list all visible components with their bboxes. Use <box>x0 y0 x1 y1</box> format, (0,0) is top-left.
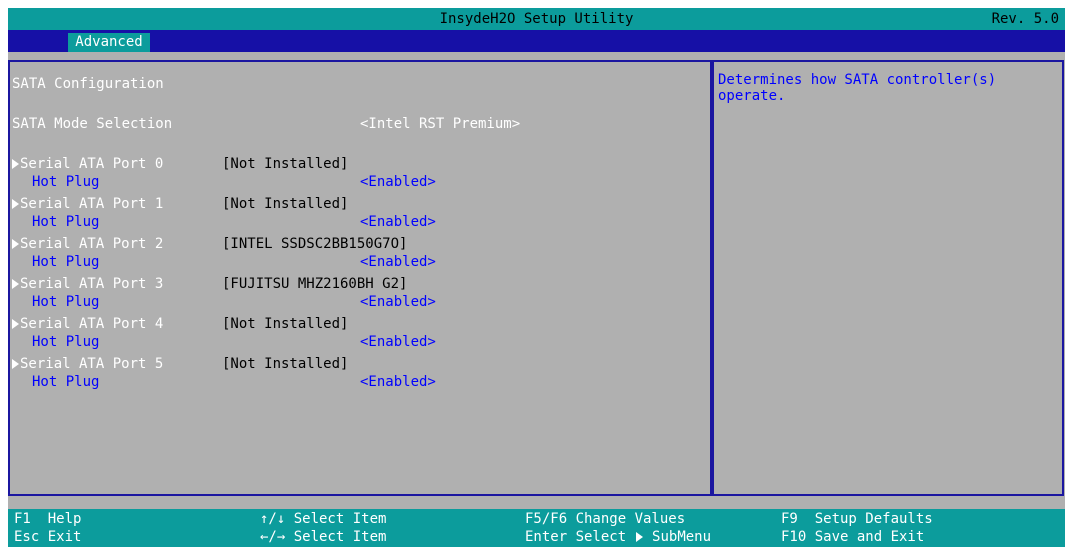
sata-port-device: [INTEL SSDSC2BB150G7O] <box>222 236 408 252</box>
settings-pane: SATA Configuration SATA Mode Selection <… <box>8 60 712 496</box>
hot-plug-value[interactable]: <Enabled> <box>360 254 436 270</box>
tab-bar: Advanced <box>8 30 1065 52</box>
hot-plug-value[interactable]: <Enabled> <box>360 294 436 310</box>
esc-exit: Esc Exit <box>14 529 82 545</box>
main-area: SATA Configuration SATA Mode Selection <… <box>8 52 1065 509</box>
section-title: SATA Configuration <box>12 76 164 92</box>
hot-plug-value[interactable]: <Enabled> <box>360 174 436 190</box>
sata-port-label: Serial ATA Port 5 <box>20 356 164 372</box>
sata-port-1[interactable]: Serial ATA Port 1 <box>12 196 163 212</box>
submenu-arrow-icon <box>12 319 19 329</box>
hot-plug-label[interactable]: Hot Plug <box>32 294 99 310</box>
f1-help: F1 Help <box>14 511 82 527</box>
sata-port-0[interactable]: Serial ATA Port 0 <box>12 156 163 172</box>
change-values: F5/F6 Change Values <box>525 511 686 527</box>
submenu-arrow-icon <box>12 239 19 249</box>
sata-port-4[interactable]: Serial ATA Port 4 <box>12 316 163 332</box>
window-title: InsydeH2O Setup Utility <box>439 11 634 27</box>
sata-port-device: [Not Installed] <box>222 316 349 332</box>
submenu-arrow-icon <box>12 279 19 289</box>
sata-mode-value[interactable]: <Intel RST Premium> <box>360 116 520 132</box>
revision-label: Rev. 5.0 <box>991 11 1059 27</box>
submenu-arrow-icon <box>12 199 19 209</box>
sata-port-label: Serial ATA Port 1 <box>20 196 164 212</box>
hot-plug-label[interactable]: Hot Plug <box>32 214 99 230</box>
submenu-label: SubMenu <box>652 529 712 545</box>
enter-select-label: Enter Select <box>525 529 627 545</box>
submenu-arrow-icon <box>635 532 643 542</box>
sata-port-device: [Not Installed] <box>222 196 349 212</box>
sata-port-3[interactable]: Serial ATA Port 3 <box>12 276 163 292</box>
sata-port-label: Serial ATA Port 4 <box>20 316 164 332</box>
hot-plug-label[interactable]: Hot Plug <box>32 334 99 350</box>
hot-plug-label[interactable]: Hot Plug <box>32 374 99 390</box>
enter-select-submenu: Enter Select SubMenu <box>525 529 711 545</box>
save-and-exit: F10 Save and Exit <box>781 529 925 545</box>
sata-port-5[interactable]: Serial ATA Port 5 <box>12 356 163 372</box>
footer-keybar: F1 Help Esc Exit ↑/↓ Select Item ←/→ Sel… <box>8 509 1065 547</box>
title-bar: InsydeH2O Setup Utility Rev. 5.0 <box>8 8 1065 30</box>
sata-port-label: Serial ATA Port 0 <box>20 156 164 172</box>
help-pane: Determines how SATA controller(s) operat… <box>712 60 1064 496</box>
select-item-leftright: ←/→ Select Item <box>260 529 387 545</box>
hot-plug-label[interactable]: Hot Plug <box>32 174 99 190</box>
sata-port-label: Serial ATA Port 2 <box>20 236 164 252</box>
tab-advanced[interactable]: Advanced <box>68 33 150 52</box>
hot-plug-label[interactable]: Hot Plug <box>32 254 99 270</box>
sata-port-label: Serial ATA Port 3 <box>20 276 164 292</box>
setup-defaults: F9 Setup Defaults <box>781 511 933 527</box>
hot-plug-value[interactable]: <Enabled> <box>360 334 436 350</box>
submenu-arrow-icon <box>12 159 19 169</box>
hot-plug-value[interactable]: <Enabled> <box>360 374 436 390</box>
select-item-updown: ↑/↓ Select Item <box>260 511 387 527</box>
sata-port-device: [FUJITSU MHZ2160BH G2] <box>222 276 408 292</box>
sata-port-device: [Not Installed] <box>222 156 349 172</box>
submenu-arrow-icon <box>12 359 19 369</box>
hot-plug-value[interactable]: <Enabled> <box>360 214 436 230</box>
help-text: Determines how SATA controller(s) operat… <box>718 72 997 104</box>
sata-port-2[interactable]: Serial ATA Port 2 <box>12 236 163 252</box>
sata-mode-label: SATA Mode Selection <box>12 116 173 132</box>
sata-port-device: [Not Installed] <box>222 356 349 372</box>
